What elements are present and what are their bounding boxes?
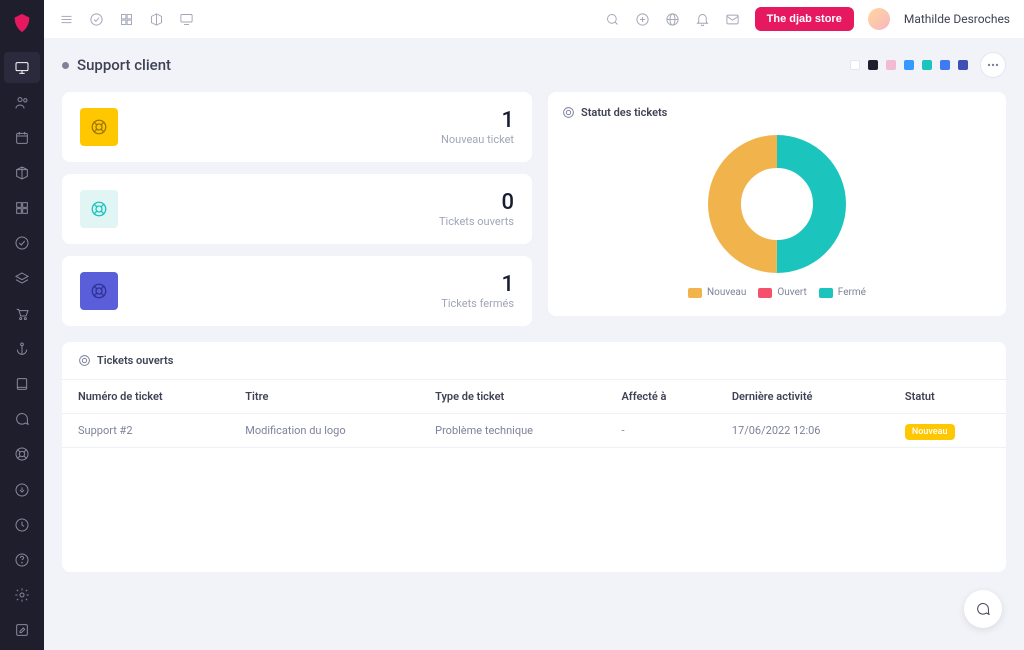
page-header: Support client xyxy=(62,52,1006,78)
nav-support[interactable] xyxy=(4,439,40,470)
col-assigned: Affecté à xyxy=(605,380,715,414)
cell-activity: 17/06/2022 12:06 xyxy=(716,414,889,448)
cell-number: Support #2 xyxy=(62,414,229,448)
topbar: The djab store Mathilde Desroches xyxy=(44,0,1024,38)
col-title: Titre xyxy=(229,380,419,414)
cell-status: Nouveau xyxy=(889,414,1006,448)
closed-ticket-icon xyxy=(80,272,118,310)
chart-legend: Nouveau Ouvert Fermé xyxy=(688,287,866,298)
top-package-icon[interactable] xyxy=(148,11,164,27)
search-icon[interactable] xyxy=(605,11,621,27)
app-logo xyxy=(11,12,33,34)
stat-open-tickets: 0Tickets ouverts xyxy=(62,174,532,244)
title-dot xyxy=(62,62,69,69)
nav-package[interactable] xyxy=(4,158,40,189)
top-monitor-icon[interactable] xyxy=(178,11,194,27)
chart-card-header: Statut des tickets xyxy=(562,106,992,119)
nav-book[interactable] xyxy=(4,369,40,400)
nav-users[interactable] xyxy=(4,87,40,118)
chart-title: Statut des tickets xyxy=(581,106,667,119)
nav-anchor[interactable] xyxy=(4,333,40,364)
col-activity: Dernière activité xyxy=(716,380,889,414)
cell-title: Modification du logo xyxy=(229,414,419,448)
stat-new-tickets: 1Nouveau ticket xyxy=(62,92,532,162)
top-check-icon[interactable] xyxy=(88,11,104,27)
add-icon[interactable] xyxy=(635,11,651,27)
open-tickets-card: Tickets ouverts Numéro de ticket Titre T… xyxy=(62,342,1006,572)
stat-value: 0 xyxy=(439,190,514,215)
swatch-blue2[interactable] xyxy=(940,60,950,70)
table-card-header: Tickets ouverts xyxy=(62,342,1006,380)
cell-assigned: - xyxy=(605,414,715,448)
open-ticket-icon xyxy=(80,190,118,228)
sidebar xyxy=(0,0,44,650)
nav-cart[interactable] xyxy=(4,298,40,329)
stat-closed-tickets: 1Tickets fermés xyxy=(62,256,532,326)
main-content: Support client 1Nouveau ticket 0Tickets … xyxy=(44,38,1024,650)
chat-fab[interactable] xyxy=(964,590,1002,628)
menu-icon[interactable] xyxy=(58,11,74,27)
legend-nouveau: Nouveau xyxy=(688,287,746,298)
swatch-indigo[interactable] xyxy=(958,60,968,70)
topbar-right: The djab store Mathilde Desroches xyxy=(605,7,1010,31)
nav-chat[interactable] xyxy=(4,404,40,435)
nav-help[interactable] xyxy=(4,544,40,575)
user-name: Mathilde Desroches xyxy=(904,12,1010,26)
donut-chart: Nouveau Ouvert Fermé xyxy=(562,129,992,324)
tickets-table: Numéro de ticket Titre Type de ticket Af… xyxy=(62,380,1006,448)
open-tickets-title: Tickets ouverts xyxy=(97,354,173,367)
theme-swatches xyxy=(850,52,1006,78)
chart-card: Statut des tickets Nouveau Ouvert Fermé xyxy=(548,92,1006,316)
nav-layers[interactable] xyxy=(4,263,40,294)
col-type: Type de ticket xyxy=(419,380,605,414)
swatch-teal[interactable] xyxy=(922,60,932,70)
nav-clock[interactable] xyxy=(4,509,40,540)
status-badge: Nouveau xyxy=(905,424,955,440)
legend-ferme: Fermé xyxy=(819,287,866,298)
nav-edit[interactable] xyxy=(4,615,40,646)
swatch-white[interactable] xyxy=(850,60,860,70)
swatch-pink[interactable] xyxy=(886,60,896,70)
nav-grid[interactable] xyxy=(4,193,40,224)
stat-label: Tickets ouverts xyxy=(439,215,514,228)
globe-icon[interactable] xyxy=(665,11,681,27)
table-row[interactable]: Support #2 Modification du logo Problème… xyxy=(62,414,1006,448)
mail-icon[interactable] xyxy=(725,11,741,27)
nav-calendar[interactable] xyxy=(4,122,40,153)
stat-value: 1 xyxy=(441,108,514,133)
bell-icon[interactable] xyxy=(695,11,711,27)
swatch-dark[interactable] xyxy=(868,60,878,70)
nav-settings[interactable] xyxy=(4,580,40,611)
store-button[interactable]: The djab store xyxy=(755,7,854,31)
nav-monitor[interactable] xyxy=(4,52,40,83)
topbar-left xyxy=(58,11,194,27)
nav-logout[interactable] xyxy=(4,474,40,505)
stat-label: Tickets fermés xyxy=(441,297,514,310)
col-number: Numéro de ticket xyxy=(62,380,229,414)
stat-label: Nouveau ticket xyxy=(441,133,514,146)
stat-value: 1 xyxy=(441,272,514,297)
top-grid-icon[interactable] xyxy=(118,11,134,27)
page-title: Support client xyxy=(77,56,171,74)
more-button[interactable] xyxy=(980,52,1006,78)
swatch-blue[interactable] xyxy=(904,60,914,70)
cell-type: Problème technique xyxy=(419,414,605,448)
nav-check[interactable] xyxy=(4,228,40,259)
col-status: Statut xyxy=(889,380,1006,414)
new-ticket-icon xyxy=(80,108,118,146)
legend-ouvert: Ouvert xyxy=(758,287,806,298)
user-avatar[interactable] xyxy=(868,8,890,30)
